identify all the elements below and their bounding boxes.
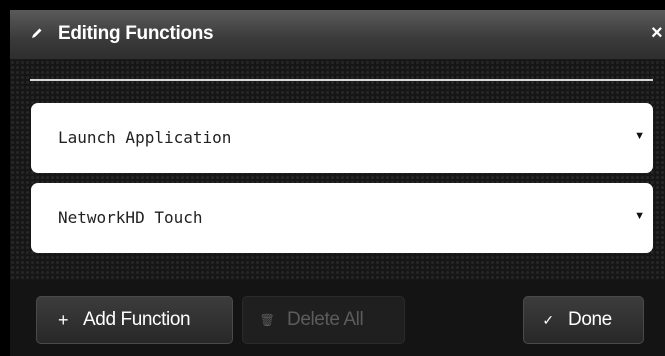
- function-select-value: Launch Application: [58, 128, 232, 147]
- pencil-icon: [30, 26, 44, 40]
- add-function-button[interactable]: + Add Function: [36, 296, 233, 344]
- editing-functions-dialog: Editing Functions × Launch Application ▼…: [10, 10, 665, 356]
- done-button[interactable]: ✓ Done: [523, 296, 644, 344]
- dialog-footer: + Add Function 🗑 Delete All ✓ Done: [10, 280, 665, 356]
- function-select-value: NetworkHD Touch: [58, 208, 203, 227]
- plus-icon: +: [57, 309, 69, 330]
- delete-all-label: Delete All: [287, 309, 364, 330]
- dialog-body: Launch Application ▼ NetworkHD Touch ▼: [10, 60, 665, 280]
- trash-icon: 🗑: [259, 313, 275, 327]
- dialog-titlebar: Editing Functions ×: [10, 10, 665, 60]
- divider: [30, 79, 653, 81]
- caret-down-icon: ▼: [634, 130, 645, 142]
- function-select-2[interactable]: NetworkHD Touch ▼: [31, 183, 653, 253]
- done-label: Done: [568, 309, 612, 330]
- dialog-title: Editing Functions: [58, 23, 214, 44]
- caret-down-icon: ▼: [634, 210, 645, 222]
- delete-all-button[interactable]: 🗑 Delete All: [242, 296, 405, 344]
- add-function-label: Add Function: [83, 309, 191, 330]
- close-icon[interactable]: ×: [651, 22, 665, 44]
- check-icon: ✓: [542, 311, 554, 328]
- function-select-1[interactable]: Launch Application ▼: [31, 103, 653, 173]
